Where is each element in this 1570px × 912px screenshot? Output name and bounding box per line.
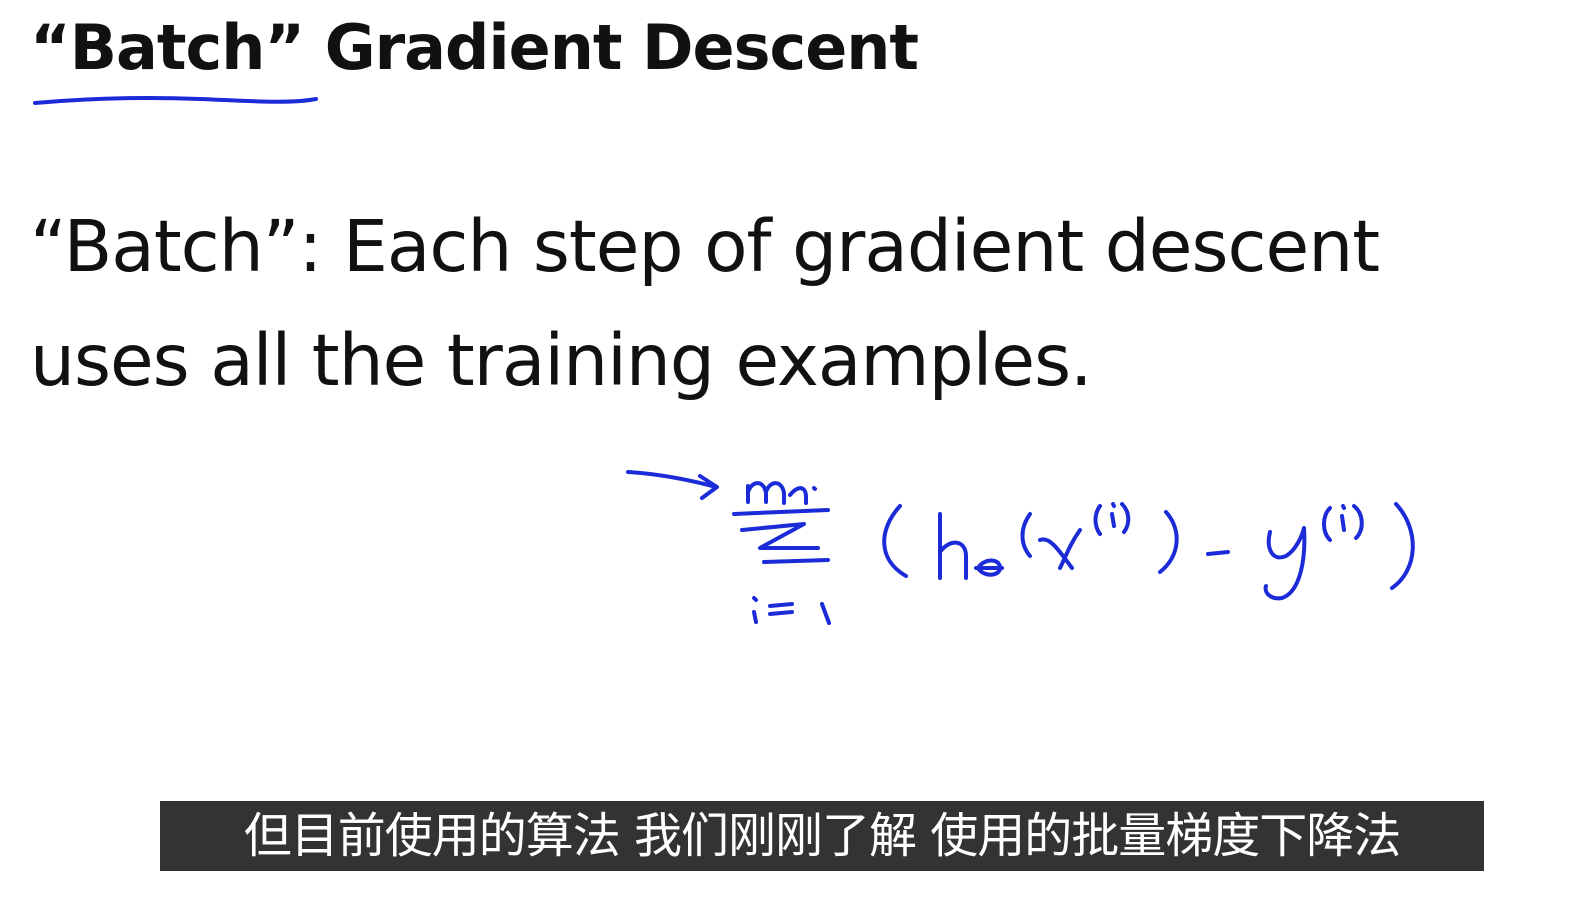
minus-sign-stroke bbox=[1206, 550, 1230, 556]
slide-title: “Batch” Gradient Descent bbox=[30, 11, 919, 84]
close-paren-stroke bbox=[1390, 502, 1415, 590]
x-superscript-stroke bbox=[1093, 502, 1131, 536]
inner-paren-open-stroke bbox=[1020, 512, 1032, 558]
sum-upper-limit-stroke bbox=[746, 481, 817, 505]
y-letter-stroke bbox=[1263, 526, 1307, 601]
lecture-slide: “Batch” Gradient Descent “Batch”: Each s… bbox=[0, 0, 1570, 912]
h-letter-stroke bbox=[938, 512, 968, 580]
subtitle-text: 但目前使用的算法 我们刚刚了解 使用的批量梯度下降法 bbox=[243, 808, 1402, 864]
sigma-icon bbox=[732, 508, 830, 564]
subtitle-caption: 但目前使用的算法 我们刚刚了解 使用的批量梯度下降法 bbox=[160, 801, 1484, 871]
body-line-2: uses all the training examples. bbox=[30, 319, 1093, 402]
slide-body: “Batch”: Each step of gradient descent u… bbox=[30, 190, 1560, 418]
sum-lower-limit-stroke bbox=[752, 596, 831, 625]
handwritten-annotations bbox=[33, 96, 1415, 625]
body-line-1: “Batch”: Each step of gradient descent bbox=[30, 205, 1380, 288]
open-paren-stroke bbox=[882, 504, 908, 578]
arrow-icon bbox=[626, 470, 719, 500]
theta-subscript-stroke bbox=[974, 558, 1004, 577]
x-letter-stroke bbox=[1038, 528, 1082, 570]
y-superscript-stroke bbox=[1322, 504, 1364, 542]
inner-paren-close-stroke bbox=[1158, 510, 1179, 574]
title-underline-stroke bbox=[33, 96, 318, 105]
